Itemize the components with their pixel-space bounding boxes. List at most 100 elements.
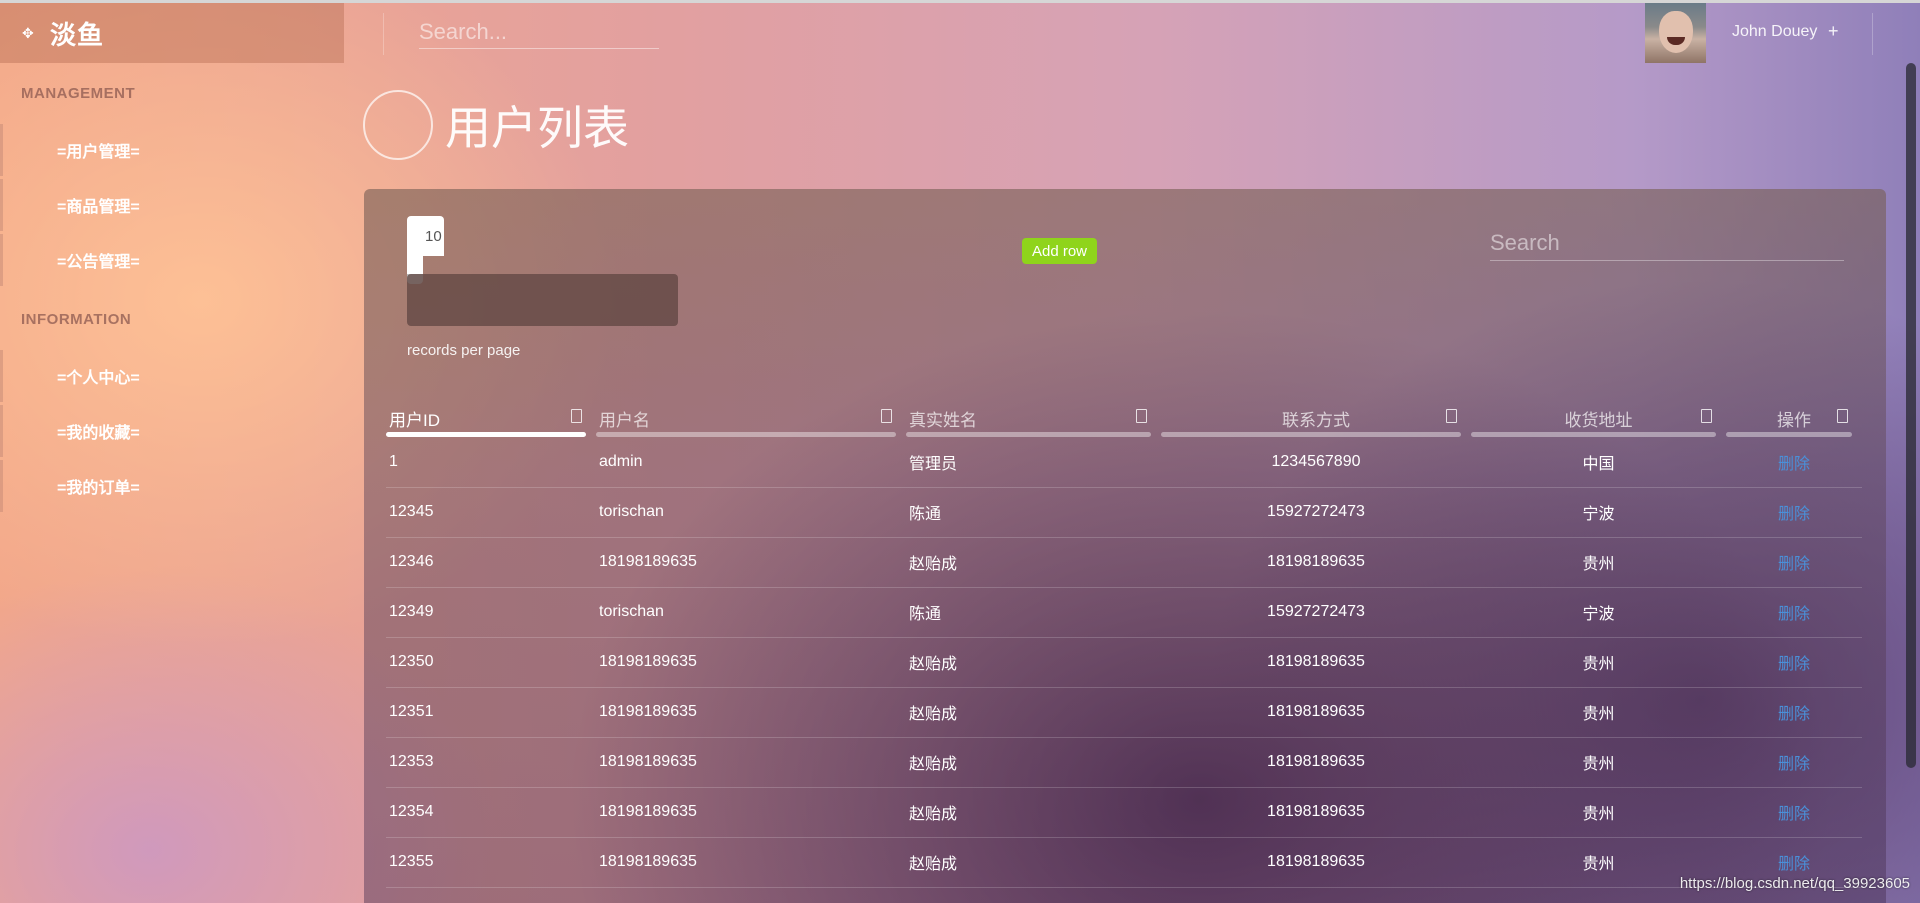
cell-user-id: 12350	[386, 637, 596, 688]
page-length-dropdown[interactable]	[407, 274, 678, 326]
sort-icon[interactable]	[1136, 409, 1147, 423]
sidebar-item-my-orders[interactable]: =我的订单=	[0, 460, 344, 512]
table-row: 12353 18198189635 赵贻成 18198189635 贵州 删除	[386, 737, 1862, 788]
cell-address: 贵州	[1471, 637, 1726, 688]
column-underline	[1161, 432, 1461, 437]
column-label: 操作	[1777, 410, 1811, 430]
cell-username: 18198189635	[596, 687, 906, 738]
delete-link[interactable]: 删除	[1778, 556, 1810, 573]
cell-username: torischan	[596, 587, 906, 638]
brand-title: 淡鱼	[50, 19, 105, 50]
cell-username: 18198189635	[596, 737, 906, 788]
table-row: 12346 18198189635 赵贻成 18198189635 贵州 删除	[386, 537, 1862, 588]
page-title: 用户列表	[445, 102, 629, 154]
scrollbar[interactable]	[1906, 63, 1916, 768]
user-table: 用户ID 用户名 真实姓名 联系方式 收货地址 操作 1 admin 管理员 1…	[386, 399, 1862, 888]
table-row: 1 admin 管理员 1234567890 中国 删除	[386, 437, 1862, 488]
brand[interactable]: ✥ 淡鱼	[0, 3, 344, 63]
sort-icon[interactable]	[1837, 409, 1848, 423]
sidebar: MANAGEMENT =用户管理= =商品管理= =公告管理= INFORMAT…	[0, 63, 344, 903]
cell-contact: 18198189635	[1161, 637, 1471, 688]
column-underline	[1726, 432, 1852, 437]
sidebar-section-information: INFORMATION	[21, 311, 132, 328]
cell-contact: 18198189635	[1161, 787, 1471, 838]
cell-user-id: 12349	[386, 587, 596, 638]
sidebar-item-product-management[interactable]: =商品管理=	[0, 179, 344, 231]
sort-icon[interactable]	[1446, 409, 1457, 423]
cell-address: 宁波	[1471, 487, 1726, 538]
avatar-face	[1659, 11, 1693, 53]
column-header-contact[interactable]: 联系方式	[1161, 399, 1471, 437]
cell-username: 18198189635	[596, 787, 906, 838]
avatar[interactable]	[1645, 3, 1706, 63]
cell-user-id: 12345	[386, 487, 596, 538]
cell-actions: 删除	[1726, 587, 1862, 638]
watermark: https://blog.csdn.net/qq_39923605	[1679, 875, 1910, 892]
sidebar-item-notice-management[interactable]: =公告管理=	[0, 234, 344, 286]
plus-icon[interactable]: +	[1828, 21, 1839, 42]
cell-contact: 18198189635	[1161, 687, 1471, 738]
table-row: 12350 18198189635 赵贻成 18198189635 贵州 删除	[386, 637, 1862, 688]
cell-user-id: 1	[386, 437, 596, 488]
add-row-button[interactable]: Add row	[1022, 238, 1097, 264]
sidebar-item-user-management[interactable]: =用户管理=	[0, 124, 344, 176]
sort-icon[interactable]	[571, 409, 582, 423]
records-per-page-label: records per page	[407, 342, 521, 359]
table-row: 12345 torischan 陈通 15927272473 宁波 删除	[386, 487, 1862, 538]
column-underline	[386, 432, 586, 437]
sidebar-item-personal-center[interactable]: =个人中心=	[0, 350, 344, 402]
cell-contact: 15927272473	[1161, 487, 1471, 538]
table-search-input[interactable]	[1490, 225, 1844, 261]
page-title-icon	[363, 90, 433, 160]
cell-username: 18198189635	[596, 537, 906, 588]
column-label: 用户名	[599, 410, 650, 430]
table-row: 12354 18198189635 赵贻成 18198189635 贵州 删除	[386, 787, 1862, 838]
column-header-actions[interactable]: 操作	[1726, 399, 1862, 437]
cell-user-id: 12354	[386, 787, 596, 838]
sort-icon[interactable]	[881, 409, 892, 423]
sidebar-item-my-favorites[interactable]: =我的收藏=	[0, 405, 344, 457]
cell-actions: 删除	[1726, 787, 1862, 838]
cell-contact: 18198189635	[1161, 837, 1471, 888]
table-header-row: 用户ID 用户名 真实姓名 联系方式 收货地址 操作	[386, 399, 1862, 437]
table-row: 12351 18198189635 赵贻成 18198189635 贵州 删除	[386, 687, 1862, 738]
cell-address: 中国	[1471, 437, 1726, 488]
header-search-input[interactable]	[419, 15, 659, 49]
column-underline	[596, 432, 896, 437]
cell-contact: 18198189635	[1161, 737, 1471, 788]
cell-actions: 删除	[1726, 487, 1862, 538]
cell-address: 贵州	[1471, 787, 1726, 838]
cell-real-name: 赵贻成	[906, 537, 1161, 588]
column-header-user-id[interactable]: 用户ID	[386, 399, 596, 437]
cell-actions: 删除	[1726, 687, 1862, 738]
delete-link[interactable]: 删除	[1778, 656, 1810, 673]
delete-link[interactable]: 删除	[1778, 856, 1810, 873]
column-label: 联系方式	[1282, 410, 1350, 430]
cell-username: torischan	[596, 487, 906, 538]
delete-link[interactable]: 删除	[1778, 456, 1810, 473]
column-header-real-name[interactable]: 真实姓名	[906, 399, 1161, 437]
user-table-panel: 10 records per page Add row 用户ID 用户名 真实姓…	[364, 189, 1886, 903]
delete-link[interactable]: 删除	[1778, 706, 1810, 723]
cell-real-name: 陈通	[906, 487, 1161, 538]
diamond-arrows-icon: ✥	[22, 25, 34, 41]
cell-real-name: 管理员	[906, 437, 1161, 488]
delete-link[interactable]: 删除	[1778, 756, 1810, 773]
cell-actions: 删除	[1726, 537, 1862, 588]
table-row: 12349 torischan 陈通 15927272473 宁波 删除	[386, 587, 1862, 638]
delete-link[interactable]: 删除	[1778, 506, 1810, 523]
delete-link[interactable]: 删除	[1778, 606, 1810, 623]
column-underline	[1471, 432, 1716, 437]
cell-address: 贵州	[1471, 687, 1726, 738]
column-header-address[interactable]: 收货地址	[1471, 399, 1726, 437]
sidebar-section-management: MANAGEMENT	[21, 85, 136, 102]
cell-real-name: 赵贻成	[906, 637, 1161, 688]
cell-address: 宁波	[1471, 587, 1726, 638]
sort-icon[interactable]	[1701, 409, 1712, 423]
delete-link[interactable]: 删除	[1778, 806, 1810, 823]
column-header-username[interactable]: 用户名	[596, 399, 906, 437]
cell-address: 贵州	[1471, 537, 1726, 588]
user-name[interactable]: John Douey	[1732, 23, 1817, 41]
page-header: 用户列表	[363, 90, 629, 160]
column-underline	[906, 432, 1151, 437]
